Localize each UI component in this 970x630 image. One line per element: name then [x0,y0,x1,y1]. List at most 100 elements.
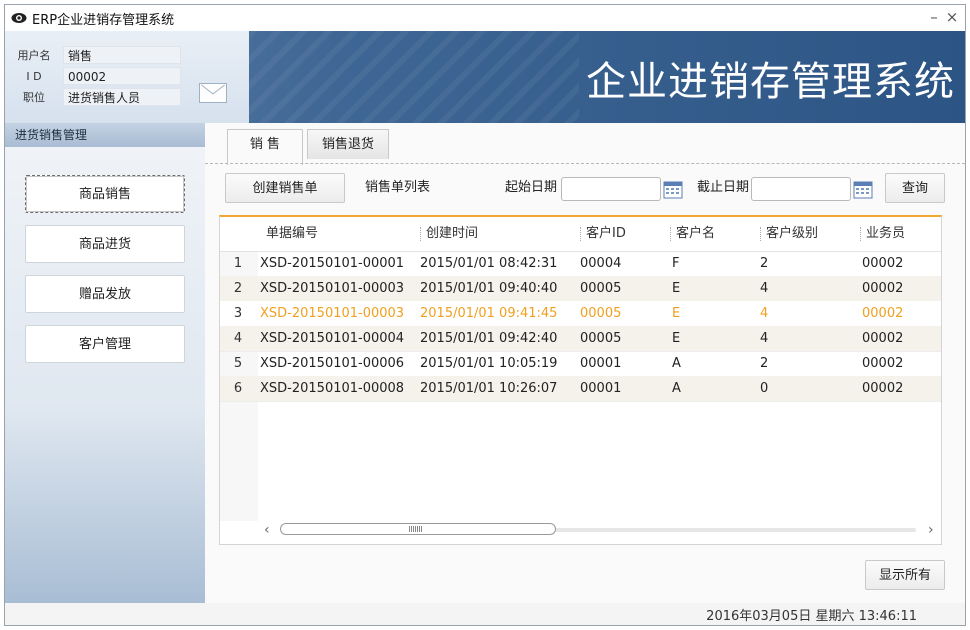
user-id-label: I D [26,69,42,83]
row-number: 4 [233,331,243,346]
customer-id-cell: 00001 [580,381,622,396]
created-time-cell: 2015/01/01 09:41:45 [420,306,558,321]
grip-icon [409,526,423,532]
sales-order-list-label: 销售单列表 [365,180,431,195]
sidebar-item-product-purchase[interactable]: 商品进货 [25,225,185,263]
system-title: 企业进销存管理系统 [586,59,955,105]
column-header-customer-level[interactable]: 客户级别 [760,217,860,251]
table-row[interactable]: 1 XSD-20150101-00001 2015/01/01 08:42:31… [220,251,941,277]
created-time-cell: 2015/01/01 10:05:19 [420,356,558,371]
table-row[interactable]: 4 XSD-20150101-00004 2015/01/01 09:42:40… [220,326,941,352]
customer-name-cell: E [672,306,681,321]
close-button[interactable]: × [943,8,961,26]
end-date-input[interactable] [751,177,851,201]
created-time-cell: 2015/01/01 08:42:31 [420,256,558,271]
customer-level-cell: 2 [760,356,769,371]
order-number-cell: XSD-20150101-00003 [260,306,405,321]
salesperson-cell: 00002 [862,256,904,271]
order-number-cell: XSD-20150101-00008 [260,381,405,396]
order-number-cell: XSD-20150101-00003 [260,281,405,296]
scroll-thumb[interactable] [280,523,556,535]
eye-icon [11,13,27,23]
table-row[interactable]: 5 XSD-20150101-00006 2015/01/01 10:05:19… [220,351,941,377]
row-number: 6 [233,381,243,396]
customer-level-cell: 2 [760,256,769,271]
customer-id-cell: 00001 [580,356,622,371]
scroll-right-arrow-icon[interactable]: › [928,521,940,539]
customer-id-cell: 00005 [580,281,622,296]
tab-sales[interactable]: 销 售 [227,129,303,165]
window-title: ERP企业进销存管理系统 [32,12,175,28]
table-row-highlighted[interactable]: 3 XSD-20150101-00003 2015/01/01 09:41:45… [220,301,941,327]
row-number: 2 [233,281,243,296]
column-header-customer-name[interactable]: 客户名 [670,217,760,251]
column-header-salesperson[interactable]: 业务员 [860,217,940,251]
column-header-customer-id[interactable]: 客户ID [580,217,670,251]
order-number-cell: XSD-20150101-00001 [260,256,405,271]
calendar-icon[interactable] [663,179,683,199]
customer-level-cell: 4 [760,281,769,296]
table-row[interactable]: 2 XSD-20150101-00003 2015/01/01 09:40:40… [220,276,941,302]
status-datetime: 2016年03月05日 星期六 13:46:11 [706,609,917,624]
banner-decoration [249,31,579,123]
user-id-value: 00002 [63,67,181,85]
row-number: 3 [233,306,243,321]
sidebar-item-gift-distribution[interactable]: 赠品发放 [25,275,185,313]
user-info-panel: 用户名 销售 I D 00002 职位 进货销售人员 [5,31,249,123]
sidebar-item-customer-management[interactable]: 客户管理 [25,325,185,363]
sidebar: 进货销售管理 商品销售 商品进货 赠品发放 客户管理 [5,123,205,603]
user-position-label: 职位 [23,91,45,104]
title-bar: ERP企业进销存管理系统 – × [5,5,965,31]
table-row[interactable]: 6 XSD-20150101-00008 2015/01/01 10:26:07… [220,376,941,402]
tab-sales-return[interactable]: 销售退货 [307,129,389,159]
create-sales-order-button[interactable]: 创建销售单 [225,173,345,203]
show-all-button[interactable]: 显示所有 [865,560,945,590]
created-time-cell: 2015/01/01 09:42:40 [420,331,558,346]
customer-level-cell: 4 [760,306,769,321]
tab-bar: 销 售 销售退货 [205,123,965,165]
scroll-left-arrow-icon[interactable]: ‹ [264,521,276,539]
customer-name-cell: E [672,281,681,296]
table-header: 单据编号 创建时间 客户ID 客户名 客户级别 业务员 [220,217,941,252]
minimize-button[interactable]: – [925,8,943,26]
salesperson-cell: 00002 [862,306,904,321]
user-name-value: 销售 [63,46,181,64]
sidebar-header: 进货销售管理 [5,123,205,147]
customer-name-cell: F [672,256,680,271]
customer-name-cell: A [672,356,681,371]
sidebar-item-product-sales[interactable]: 商品销售 [25,175,185,213]
header-banner: 用户名 销售 I D 00002 职位 进货销售人员 企业进销存管理系统 [5,31,965,123]
column-header-created-time[interactable]: 创建时间 [420,217,580,251]
created-time-cell: 2015/01/01 09:40:40 [420,281,558,296]
horizontal-scrollbar[interactable]: ‹ › [260,521,940,539]
main-panel: 销 售 销售退货 创建销售单 销售单列表 起始日期 截止日期 查询 单据编号 创… [205,123,965,603]
row-number: 5 [233,356,243,371]
app-window: ERP企业进销存管理系统 – × 用户名 销售 I D 00002 职位 进货销… [4,4,966,626]
end-date-label: 截止日期 [697,180,750,195]
customer-level-cell: 4 [760,331,769,346]
row-number: 1 [233,256,243,271]
customer-level-cell: 0 [760,381,769,396]
order-number-cell: XSD-20150101-00004 [260,331,405,346]
tab-divider [205,163,965,164]
customer-name-cell: E [672,331,681,346]
start-date-label: 起始日期 [505,180,558,195]
sales-order-table: 单据编号 创建时间 客户ID 客户名 客户级别 业务员 1 XSD-201501… [219,215,942,545]
customer-name-cell: A [672,381,681,396]
start-date-input[interactable] [561,177,661,201]
user-position-value: 进货销售人员 [63,88,181,106]
status-bar: 2016年03月05日 星期六 13:46:11 [5,603,965,625]
toolbar: 创建销售单 销售单列表 起始日期 截止日期 查询 [205,173,965,205]
order-number-cell: XSD-20150101-00006 [260,356,405,371]
user-name-row: 用户名 销售 [13,45,181,65]
user-id-row: I D 00002 [13,66,181,86]
user-position-row: 职位 进货销售人员 [13,87,181,107]
salesperson-cell: 00002 [862,331,904,346]
user-name-label: 用户名 [17,49,51,62]
column-header-order-number[interactable]: 单据编号 [260,217,420,251]
mail-icon[interactable] [199,83,227,103]
query-button[interactable]: 查询 [885,173,945,203]
calendar-icon[interactable] [853,179,873,199]
salesperson-cell: 00002 [862,381,904,396]
customer-id-cell: 00005 [580,306,622,321]
